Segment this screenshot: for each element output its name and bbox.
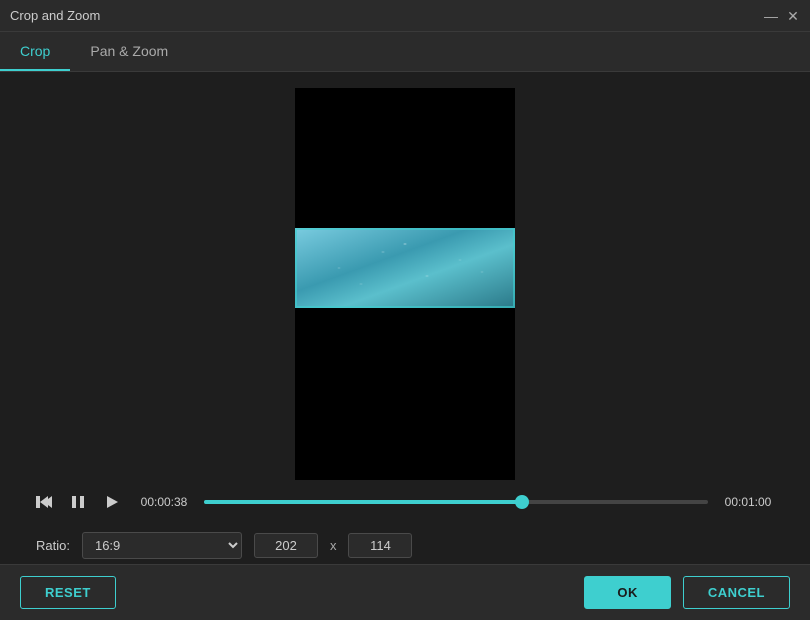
tab-crop[interactable]: Crop xyxy=(0,32,70,71)
width-input[interactable] xyxy=(254,533,318,558)
options-bar: Ratio: Original 16:9 4:3 1:1 9:16 Custom… xyxy=(16,524,794,567)
video-bottom-black xyxy=(295,308,515,480)
total-time: 00:01:00 xyxy=(718,495,778,509)
tab-bar: Crop Pan & Zoom xyxy=(0,32,810,72)
video-frame xyxy=(295,228,515,308)
window-title: Crop and Zoom xyxy=(10,8,764,23)
tab-pan-zoom[interactable]: Pan & Zoom xyxy=(70,32,188,71)
video-top-black xyxy=(295,88,515,228)
progress-thumb xyxy=(515,495,529,509)
reset-button[interactable]: RESET xyxy=(20,576,116,609)
height-input[interactable] xyxy=(348,533,412,558)
close-button[interactable]: ✕ xyxy=(786,9,800,23)
ratio-select[interactable]: Original 16:9 4:3 1:1 9:16 Custom xyxy=(82,532,242,559)
ratio-label: Ratio: xyxy=(36,538,70,553)
playback-controls: 00:00:38 00:01:00 xyxy=(16,480,794,524)
video-preview xyxy=(295,88,515,480)
play-button[interactable] xyxy=(100,490,124,514)
title-bar: Crop and Zoom — ✕ xyxy=(0,0,810,32)
separator-label: x xyxy=(330,538,337,553)
progress-bar[interactable] xyxy=(204,500,708,504)
current-time: 00:00:38 xyxy=(134,495,194,509)
main-content: 00:00:38 00:01:00 Ratio: Original 16:9 4… xyxy=(0,72,810,564)
progress-fill xyxy=(204,500,522,504)
minimize-button[interactable]: — xyxy=(764,9,778,23)
window-controls: — ✕ xyxy=(764,9,800,23)
pause-button[interactable] xyxy=(66,490,90,514)
cancel-button[interactable]: CANCEL xyxy=(683,576,790,609)
right-buttons: OK CANCEL xyxy=(584,576,790,609)
ok-button[interactable]: OK xyxy=(584,576,671,609)
rewind-button[interactable] xyxy=(32,490,56,514)
footer: RESET OK CANCEL xyxy=(0,564,810,620)
